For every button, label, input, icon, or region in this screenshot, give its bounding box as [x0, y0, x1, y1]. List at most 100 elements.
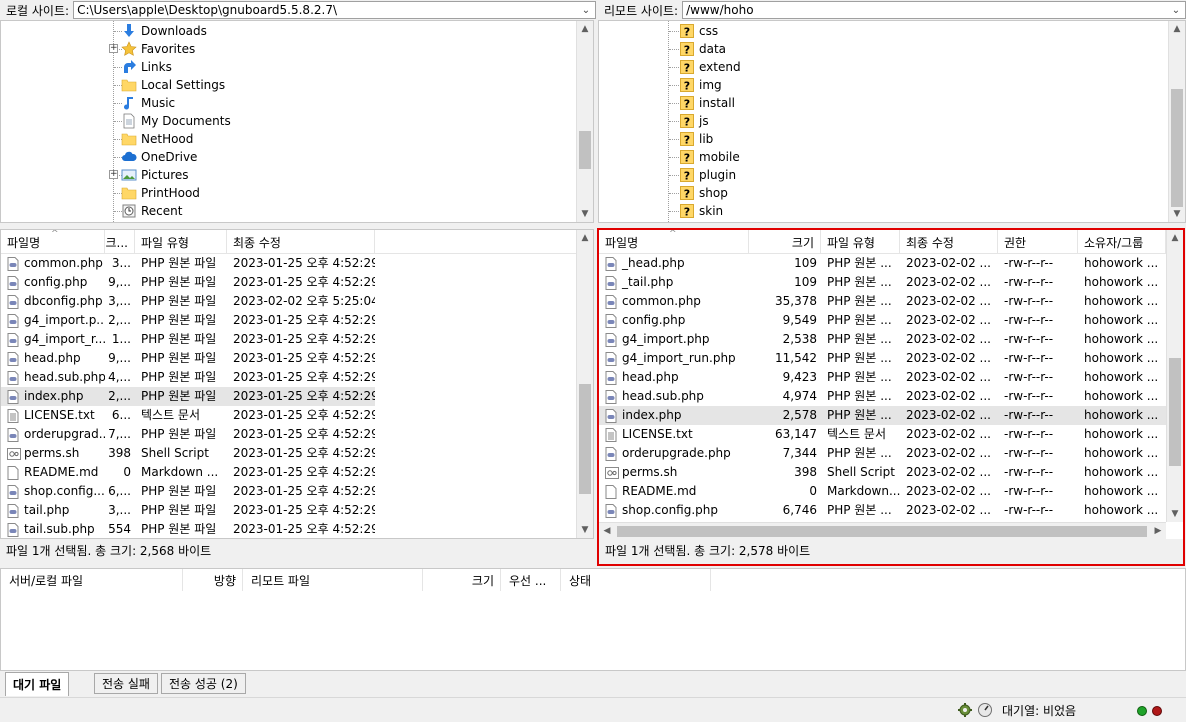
column-header[interactable]: 최종 수정 — [227, 230, 375, 254]
remote-list-hscrollbar[interactable]: ◀ ▶ — [599, 522, 1166, 539]
file-row[interactable]: LICENSE.txt 63,147 텍스트 문서 2023-02-02 ... -rw… — [599, 425, 1166, 444]
scroll-thumb[interactable] — [617, 526, 1147, 537]
queue-column-header[interactable]: 우선 ... — [501, 569, 561, 591]
file-row[interactable]: LICENSE.txt 6... 텍스트 문서 2023-01-25 오후 4:52:… — [1, 406, 375, 425]
file-row[interactable]: orderupgrad... 7,... PHP 원본 파일 2023-01-25 오… — [1, 425, 375, 444]
column-header[interactable]: 최종 수정 — [900, 230, 998, 254]
file-row[interactable]: shop.config.... 6,... PHP 원본 파일 2023-01-25 … — [1, 482, 375, 501]
scroll-down-icon[interactable]: ▼ — [1169, 206, 1185, 222]
local-tree-item[interactable]: OneDrive — [121, 148, 197, 166]
local-tree-item[interactable]: Recent — [121, 202, 182, 220]
file-row[interactable]: head.sub.php 4,974 PHP 원본 ... 2023-02-02 ..… — [599, 387, 1166, 406]
file-row[interactable]: g4_import_run.php 11,542 PHP 원본 ... 2023-02… — [599, 349, 1166, 368]
remote-tree-item[interactable]: ? js — [679, 112, 709, 130]
file-row[interactable]: head.php 9,... PHP 원본 파일 2023-01-25 오후 4:52… — [1, 349, 375, 368]
remote-tree-scrollbar[interactable]: ▲ ▼ — [1168, 21, 1185, 222]
local-tree-item[interactable]: Favorites — [121, 40, 195, 58]
remote-list-scrollbar[interactable]: ▲ ▼ — [1166, 230, 1183, 522]
local-tree-item[interactable]: Pictures — [121, 166, 189, 184]
file-row[interactable]: head.sub.php 4,... PHP 원본 파일 2023-01-25 오후 … — [1, 368, 375, 387]
file-row[interactable]: _tail.php 109 PHP 원본 ... 2023-02-02 ... -rw-… — [599, 273, 1166, 292]
queue-column-header[interactable]: 리모트 파일 — [243, 569, 423, 591]
local-tree-item[interactable]: My Documents — [121, 112, 231, 130]
remote-tree-item[interactable]: ? skin — [679, 202, 723, 220]
queue-tab[interactable]: 대기 파일 — [5, 672, 70, 696]
file-row[interactable]: g4_import.p... 2,... PHP 원본 파일 2023-01-25 오… — [1, 311, 375, 330]
remote-tree-item[interactable]: ? img — [679, 76, 722, 94]
file-row[interactable]: index.php 2,578 PHP 원본 ... 2023-02-02 ... -r… — [599, 406, 1166, 425]
remote-tree-item[interactable]: ? extend — [679, 58, 741, 76]
scroll-thumb[interactable] — [1169, 358, 1181, 466]
file-row[interactable]: dbconfig.php 3,... PHP 원본 파일 2023-02-02 오후 … — [1, 292, 375, 311]
file-row[interactable]: tail.php 3,... PHP 원본 파일 2023-01-25 오후 4:52… — [1, 501, 375, 520]
queue-column-header[interactable]: 상태 — [561, 569, 711, 591]
file-row[interactable]: orderupgrade.php 7,344 PHP 원본 ... 2023-02-0… — [599, 444, 1166, 463]
cell-size: 398 — [794, 465, 817, 479]
cloud-icon — [121, 149, 137, 165]
file-row[interactable]: index.php 2,... PHP 원본 파일 2023-01-25 오후 4:5… — [1, 387, 375, 406]
file-row[interactable]: shop.config.php 6,746 PHP 원본 ... 2023-02-02… — [599, 501, 1166, 520]
queue-column-header[interactable]: 크기 — [423, 569, 501, 591]
queue-column-header[interactable]: 방향 — [183, 569, 243, 591]
remote-tree-item[interactable]: ? css — [679, 22, 718, 40]
remote-tree-item[interactable]: ? lib — [679, 130, 713, 148]
file-row[interactable]: config.php 9,... PHP 원본 파일 2023-01-25 오후 4:… — [1, 273, 375, 292]
remote-tree-item[interactable]: ? plugin — [679, 166, 736, 184]
speed-limit-icon[interactable] — [977, 702, 993, 721]
local-list-scrollbar[interactable]: ▲ ▼ — [576, 230, 593, 538]
scroll-down-icon[interactable]: ▼ — [1167, 506, 1183, 522]
local-site-path-combo[interactable]: C:\Users\apple\Desktop\gnuboard5.5.8.2.7… — [73, 1, 596, 19]
scroll-up-icon[interactable]: ▲ — [577, 21, 593, 37]
local-tree-scrollbar[interactable]: ▲ ▼ — [576, 21, 593, 222]
remote-site-path-combo[interactable]: /www/hoho ⌄ — [682, 1, 1186, 19]
scroll-up-icon[interactable]: ▲ — [577, 230, 593, 246]
chevron-down-icon[interactable]: ⌄ — [579, 2, 593, 18]
file-row[interactable]: README.md 0 Markdown... 2023-02-02 ... -rw-r… — [599, 482, 1166, 501]
column-header[interactable]: 소유자/그룹 — [1078, 230, 1166, 254]
queue-tab[interactable]: 전송 성공 (2) — [161, 673, 246, 694]
column-header[interactable]: 파일명 ^ — [1, 230, 105, 254]
local-tree-item[interactable]: Local Settings — [121, 76, 225, 94]
column-header[interactable]: 크기 — [749, 230, 821, 254]
local-tree-item[interactable]: Downloads — [121, 22, 207, 40]
scroll-thumb[interactable] — [579, 131, 591, 169]
scroll-thumb[interactable] — [579, 384, 591, 494]
queue-tab[interactable]: 전송 실패 — [94, 673, 158, 694]
local-tree-item[interactable]: Music — [121, 94, 175, 112]
file-row[interactable]: head.php 9,423 PHP 원본 ... 2023-02-02 ... -rw… — [599, 368, 1166, 387]
queue-column-header[interactable]: 서버/로컬 파일 — [1, 569, 183, 591]
file-row[interactable]: g4_import_r... 1... PHP 원본 파일 2023-01-25 오후… — [1, 330, 375, 349]
expand-plus-icon[interactable]: + — [109, 44, 118, 53]
remote-tree-item[interactable]: ? install — [679, 94, 735, 112]
column-header[interactable]: 파일명 ^ — [599, 230, 749, 254]
scroll-right-icon[interactable]: ▶ — [1150, 523, 1166, 539]
column-header[interactable]: 파일 유형 — [135, 230, 227, 254]
column-header[interactable]: 파일 유형 — [821, 230, 900, 254]
expand-plus-icon[interactable]: + — [109, 170, 118, 179]
file-row[interactable]: tail.sub.php 554 PHP 원본 파일 2023-01-25 오후 4:… — [1, 520, 375, 538]
chevron-down-icon[interactable]: ⌄ — [1169, 2, 1183, 18]
local-tree-item[interactable]: Links — [121, 58, 172, 76]
scroll-up-icon[interactable]: ▲ — [1167, 230, 1183, 246]
file-row[interactable]: _head.php 109 PHP 원본 ... 2023-02-02 ... -rw-… — [599, 254, 1166, 273]
file-row[interactable]: g4_import.php 2,538 PHP 원본 ... 2023-02-02 .… — [599, 330, 1166, 349]
remote-tree-item[interactable]: ? data — [679, 40, 726, 58]
column-header[interactable]: 크... — [105, 230, 135, 254]
file-row[interactable]: common.php 35,378 PHP 원본 ... 2023-02-02 ...… — [599, 292, 1166, 311]
remote-tree-item[interactable]: ? shop — [679, 184, 728, 202]
scroll-left-icon[interactable]: ◀ — [599, 523, 615, 539]
column-header[interactable]: 권한 — [998, 230, 1078, 254]
scroll-down-icon[interactable]: ▼ — [577, 522, 593, 538]
file-row[interactable]: README.md 0 Markdown ... 2023-01-25 오후 4:52… — [1, 463, 375, 482]
scroll-up-icon[interactable]: ▲ — [1169, 21, 1185, 37]
local-tree-item[interactable]: NetHood — [121, 130, 193, 148]
local-tree-item[interactable]: PrintHood — [121, 184, 200, 202]
scroll-down-icon[interactable]: ▼ — [577, 206, 593, 222]
file-row[interactable]: perms.sh 398 Shell Script 2023-02-02 ... -rw… — [599, 463, 1166, 482]
file-row[interactable]: common.php 3... PHP 원본 파일 2023-01-25 오후 4:5… — [1, 254, 375, 273]
file-row[interactable]: config.php 9,549 PHP 원본 ... 2023-02-02 ... -… — [599, 311, 1166, 330]
file-row[interactable]: perms.sh 398 Shell Script 2023-01-25 오후 4:5… — [1, 444, 375, 463]
settings-gear-icon[interactable] — [957, 702, 973, 721]
scroll-thumb[interactable] — [1171, 89, 1183, 207]
remote-tree-item[interactable]: ? mobile — [679, 148, 740, 166]
